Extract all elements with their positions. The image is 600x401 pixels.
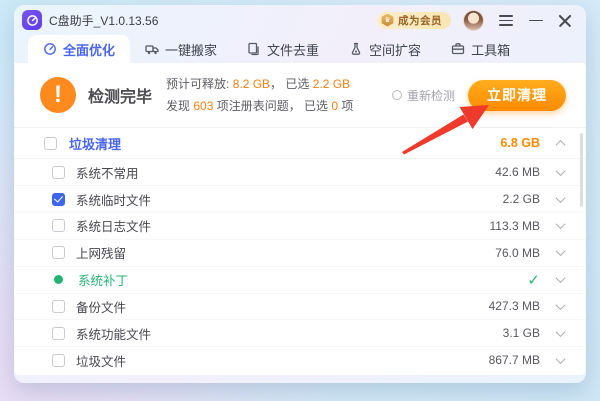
- chevron-down-icon[interactable]: [556, 327, 566, 337]
- green-dot-icon: [54, 275, 63, 284]
- row-size: 427.3 MB: [482, 299, 540, 313]
- group-size: 6.8 GB: [482, 136, 540, 150]
- releasable-size: 8.2 GB: [233, 77, 270, 91]
- chevron-down-icon[interactable]: [556, 300, 566, 310]
- list-item-temp-files[interactable]: 系统临时文件 2.2 GB: [14, 186, 586, 213]
- duplicate-file-icon: [247, 42, 261, 56]
- releasable-line: 预计可释放: 8.2 GB， 已选 2.2 GB: [166, 73, 353, 95]
- row-checkbox[interactable]: [52, 354, 65, 367]
- chevron-down-icon[interactable]: [556, 354, 566, 364]
- recheck-button[interactable]: 重新检测: [392, 87, 455, 104]
- recheck-label: 重新检测: [407, 87, 455, 104]
- main-panel: ! 检测完毕 预计可释放: 8.2 GB， 已选 2.2 GB 发现 603 项…: [14, 63, 586, 375]
- list-item-system-function-files[interactable]: 系统功能文件 3.1 GB: [14, 320, 586, 347]
- crown-icon: ♛: [381, 14, 394, 27]
- row-size: 42.6 MB: [482, 165, 540, 179]
- cleanup-list: 垃圾清理 6.8 GB 系统不常用 42.6 MB 系统临时文件 2.2 GB: [14, 128, 586, 375]
- list-item-log-files[interactable]: 系统日志文件 113.3 MB: [14, 213, 586, 240]
- tab-label: 文件去重: [267, 40, 319, 59]
- member-badge-label: 成为会员: [398, 13, 442, 28]
- close-icon[interactable]: [558, 12, 574, 28]
- scrollbar-thumb[interactable]: [580, 133, 583, 207]
- app-title: C盘助手_V1.0.13.56: [49, 12, 158, 29]
- menu-icon[interactable]: [498, 12, 514, 28]
- row-size: 2.2 GB: [482, 192, 540, 206]
- tab-file-dedup[interactable]: 文件去重: [232, 35, 334, 63]
- app-window: C盘助手_V1.0.13.56 ♛ 成为会员 全面优化 一键搬家 文件去重 空间…: [14, 5, 586, 383]
- row-checkbox[interactable]: [52, 300, 65, 313]
- toolbox-icon: [451, 42, 465, 56]
- tab-label: 工具箱: [471, 40, 510, 59]
- tab-space-expansion[interactable]: 空间扩容: [334, 35, 436, 63]
- minimize-icon[interactable]: [528, 12, 544, 28]
- row-size: 113.3 MB: [482, 219, 540, 233]
- truck-icon: [145, 42, 159, 56]
- list-item-junk-files[interactable]: 垃圾文件 867.7 MB: [14, 347, 586, 373]
- tab-bar: 全面优化 一键搬家 文件去重 空间扩容 工具箱: [14, 35, 586, 63]
- titlebar: C盘助手_V1.0.13.56 ♛ 成为会员: [14, 5, 586, 35]
- registry-issue-count: 603: [193, 99, 213, 113]
- tab-full-optimization[interactable]: 全面优化: [28, 35, 130, 63]
- warning-exclamation-icon: !: [40, 77, 76, 113]
- list-item-web-residue[interactable]: 上网残留 76.0 MB: [14, 240, 586, 267]
- scan-detail-lines: 预计可释放: 8.2 GB， 已选 2.2 GB 发现 603 项注册表问题， …: [166, 73, 353, 117]
- app-logo-gauge-icon: [22, 10, 42, 30]
- row-size: 76.0 MB: [482, 246, 540, 260]
- tab-label: 全面优化: [63, 40, 115, 59]
- list-item-system-patches[interactable]: 系统补丁 ✓: [14, 267, 586, 294]
- row-size: 3.1 GB: [482, 326, 540, 340]
- chevron-down-icon[interactable]: [556, 166, 566, 176]
- list-item-backup-files[interactable]: 备份文件 427.3 MB: [14, 294, 586, 321]
- chevron-down-icon[interactable]: [556, 273, 566, 283]
- tab-label: 一键搬家: [165, 40, 217, 59]
- recheck-icon: [392, 90, 402, 100]
- row-checkbox[interactable]: [52, 219, 65, 232]
- list-item-rare-system[interactable]: 系统不常用 42.6 MB: [14, 159, 586, 186]
- scan-summary: ! 检测完毕 预计可释放: 8.2 GB， 已选 2.2 GB 发现 603 项…: [14, 63, 586, 126]
- group-label[interactable]: 垃圾清理: [69, 134, 121, 153]
- row-checkbox[interactable]: [52, 166, 65, 179]
- tab-label: 空间扩容: [369, 40, 421, 59]
- row-checkbox-checked[interactable]: [52, 193, 65, 206]
- row-checkbox[interactable]: [52, 246, 65, 259]
- row-checkbox[interactable]: [52, 327, 65, 340]
- group-checkbox[interactable]: [44, 137, 57, 150]
- chevron-down-icon[interactable]: [556, 246, 566, 256]
- flask-icon: [349, 42, 363, 56]
- avatar[interactable]: [463, 10, 484, 31]
- chevron-up-icon[interactable]: [556, 140, 566, 150]
- selected-size: 2.2 GB: [313, 77, 350, 91]
- tab-toolbox[interactable]: 工具箱: [436, 35, 525, 63]
- scan-status-title: 检测完毕: [88, 83, 152, 107]
- gauge-icon: [43, 42, 57, 56]
- check-icon: ✓: [482, 271, 540, 289]
- registry-line: 发现 603 项注册表问题， 已选 0 项: [166, 95, 353, 117]
- row-size: 867.7 MB: [482, 353, 540, 367]
- tab-one-key-move[interactable]: 一键搬家: [130, 35, 232, 63]
- chevron-down-icon[interactable]: [556, 193, 566, 203]
- group-junk-cleanup[interactable]: 垃圾清理 6.8 GB: [14, 128, 586, 159]
- become-member-button[interactable]: ♛ 成为会员: [377, 12, 451, 29]
- chevron-down-icon[interactable]: [556, 220, 566, 230]
- clean-now-button[interactable]: 立即清理: [468, 80, 566, 111]
